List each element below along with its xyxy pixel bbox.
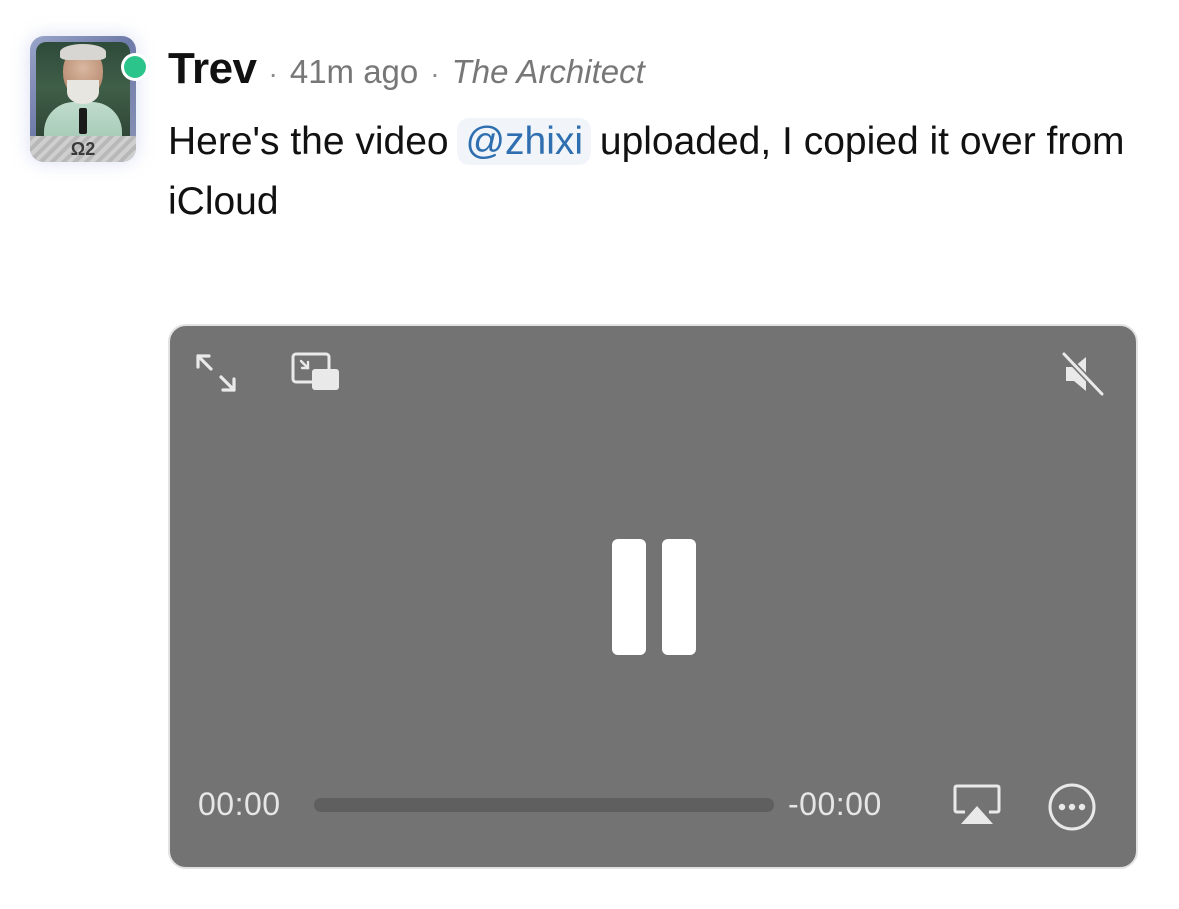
avatar-beard <box>67 80 99 104</box>
meta-separator: · <box>430 58 440 89</box>
picture-in-picture-button[interactable] <box>290 350 342 396</box>
avatar-level-badge: Ω2 <box>30 136 136 162</box>
author-name[interactable]: Trev <box>168 44 257 94</box>
seek-bar[interactable] <box>314 798 774 812</box>
chat-message: Ω2 Trev · 41m ago · The Architect Here's… <box>0 0 1179 909</box>
user-mention[interactable]: @zhixi <box>457 118 592 165</box>
avatar-frame: Ω2 <box>30 36 136 162</box>
pause-bar-left <box>612 539 646 655</box>
fullscreen-button[interactable] <box>192 350 240 396</box>
airplay-icon <box>953 784 1001 824</box>
expand-arrows-icon <box>196 354 236 392</box>
message-text: Here's the video <box>168 120 460 163</box>
author-role: The Architect <box>451 53 645 90</box>
message-body: Here's the video @zhixi uploaded, I copi… <box>168 112 1128 232</box>
ellipsis-circle-icon <box>1048 783 1096 831</box>
speaker-muted-icon <box>1061 351 1105 397</box>
video-player[interactable]: 00:00 -00:00 <box>168 324 1138 869</box>
meta-separator: · <box>268 58 278 89</box>
more-options-button[interactable] <box>1046 781 1098 833</box>
picture-in-picture-icon <box>291 352 339 390</box>
online-status-icon <box>124 56 146 78</box>
pause-button[interactable] <box>610 539 700 657</box>
author-avatar[interactable]: Ω2 <box>30 36 146 164</box>
avatar-hair <box>60 44 106 60</box>
pause-bar-right <box>662 539 696 655</box>
airplay-button[interactable] <box>952 782 1002 826</box>
remaining-time: -00:00 <box>788 786 882 822</box>
message-header: Trev · 41m ago · The Architect <box>168 44 645 100</box>
avatar-tie <box>79 108 87 134</box>
current-time: 00:00 <box>198 786 281 822</box>
message-timestamp: 41m ago <box>289 53 419 90</box>
mute-toggle-button[interactable] <box>1058 350 1106 398</box>
